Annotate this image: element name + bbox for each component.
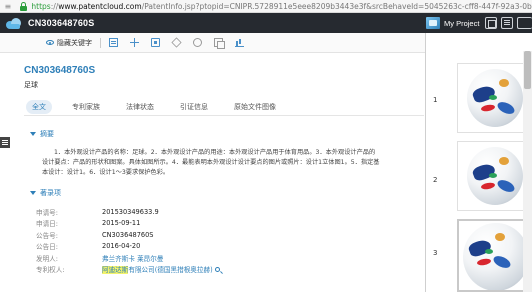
thumbnail-panel: 1 2 3	[426, 33, 532, 292]
toolbar-divider	[100, 37, 101, 48]
table-row: 公告号: CN303648760S	[36, 229, 266, 241]
inventor-link[interactable]: 弗兰齐斯卡 莱昂尔曼	[102, 253, 163, 263]
my-project-button[interactable]: My Project	[426, 16, 479, 30]
window-icon[interactable]	[485, 17, 497, 29]
soccer-ball-image	[463, 223, 527, 290]
hide-keywords-label: 隐藏关键字	[57, 38, 92, 47]
frame-icon[interactable]	[151, 38, 160, 47]
url-scheme: https	[31, 1, 51, 11]
address-bar[interactable]: ≡ https://www.patentcloud.com/PatentInfo…	[0, 0, 532, 13]
add-icon[interactable]	[130, 38, 139, 47]
abstract-heading-label: 摘要	[40, 130, 54, 138]
tab-underline	[24, 115, 424, 116]
bibliography-heading-label: 著录项	[40, 189, 61, 197]
tab-family[interactable]: 专利家族	[66, 100, 106, 114]
main-content: CN303648760S 足球 全文 专利家族 法律状态 引证信息 原始文件图像…	[0, 53, 425, 292]
soccer-ball-image	[467, 69, 523, 127]
document-icon[interactable]	[109, 38, 118, 47]
table-row: 公告日: 2016-04-20	[36, 241, 266, 253]
thumbnail-number: 1	[433, 96, 438, 104]
field-value: 2015-09-11	[102, 219, 141, 228]
thumbnail-number: 3	[433, 249, 438, 257]
keyword-highlight: 阿迪达斯	[102, 266, 129, 275]
my-project-label: My Project	[444, 18, 480, 28]
menu-icon[interactable]: ≡	[3, 1, 13, 11]
thumbnail-number: 2	[433, 176, 438, 184]
field-label: 申请日:	[36, 220, 59, 229]
assignee-rest: 有限公司(德国黑措根奥拉赫)	[128, 266, 213, 275]
field-label: 发明人:	[36, 254, 59, 263]
project-icon	[426, 17, 440, 29]
tab-citations[interactable]: 引证信息	[174, 100, 214, 114]
field-label: 专利权人:	[36, 266, 65, 275]
tab-bar: 全文 专利家族 法律状态 引证信息 原始文件图像	[26, 100, 296, 114]
table-row: 申请日: 2015-09-11	[36, 218, 266, 230]
caret-down-icon	[30, 132, 36, 136]
more-icon[interactable]	[517, 17, 532, 29]
tab-legal-status[interactable]: 法律状态	[120, 100, 160, 114]
abstract-text: 1．本外观设计产品的名称：足球。2．本外观设计产品的用途：本外观设计产品用于体育…	[42, 149, 380, 176]
thumbnail-image[interactable]	[457, 63, 529, 133]
soccer-ball-image	[467, 147, 523, 205]
eye-icon	[46, 40, 54, 45]
bibliography-heading[interactable]: 著录项	[30, 188, 61, 198]
thumbnail-image-selected[interactable]	[457, 219, 529, 292]
copy-icon[interactable]	[214, 38, 225, 49]
caret-down-icon	[30, 191, 36, 195]
app-header: CN303648760S My Project	[0, 13, 532, 33]
hide-keywords-toggle[interactable]: 隐藏关键字	[46, 38, 92, 48]
chart-icon[interactable]	[235, 38, 244, 47]
bibliography-table: 申请号: 201530349633.9 申请日: 2015-09-11 公告号:…	[36, 206, 266, 275]
toolbar: 隐藏关键字	[0, 33, 425, 53]
url-host: www.patentcloud.com	[58, 1, 142, 11]
table-row: 申请号: 201530349633.9	[36, 206, 266, 218]
field-value: 201530349633.9	[102, 207, 159, 216]
tab-fulltext[interactable]: 全文	[26, 100, 52, 114]
assignee-link[interactable]: 阿迪达斯有限公司(德国黑措根奥拉赫)	[102, 264, 220, 275]
list-icon[interactable]	[501, 17, 513, 29]
scrollbar-thumb[interactable]	[524, 51, 531, 89]
field-value: 2016-04-20	[102, 242, 141, 251]
table-row: 专利权人: 阿迪达斯有限公司(德国黑措根奥拉赫)	[36, 264, 266, 276]
field-label: 公告日:	[36, 243, 59, 252]
abstract-heading[interactable]: 摘要	[30, 129, 54, 139]
link-icon[interactable]	[193, 38, 202, 47]
field-value: CN303648760S	[102, 230, 154, 239]
url-path: /PatentInfo.jsp?ptopid=CNIPR.5728911e5ee…	[141, 1, 532, 11]
cloud-logo-icon[interactable]	[6, 17, 22, 29]
thumbnail-scrollbar[interactable]	[523, 51, 532, 292]
field-label: 申请号:	[36, 208, 59, 217]
patent-name: 足球	[24, 81, 38, 89]
url-text[interactable]: https://www.patentcloud.com/PatentInfo.j…	[31, 2, 532, 11]
tab-original-images[interactable]: 原始文件图像	[228, 100, 282, 114]
table-row: 发明人: 弗兰齐斯卡 莱昂尔曼	[36, 252, 266, 264]
tag-icon[interactable]	[171, 37, 182, 48]
header-title: CN303648760S	[28, 18, 95, 28]
search-icon[interactable]	[214, 267, 220, 273]
field-label: 公告号:	[36, 231, 59, 240]
patent-number-title: CN303648760S	[24, 65, 96, 76]
lock-icon	[19, 1, 28, 11]
thumbnail-image[interactable]	[457, 141, 529, 211]
